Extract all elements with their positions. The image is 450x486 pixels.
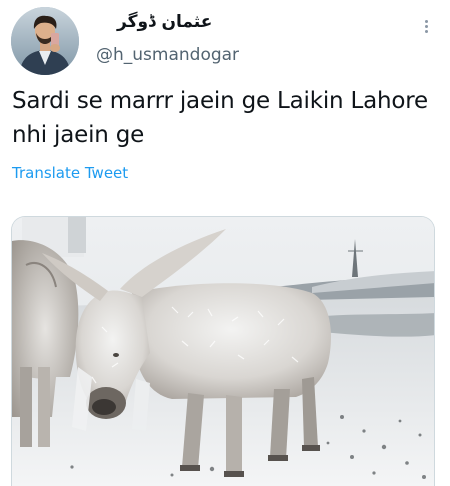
tweet-media-image[interactable] bbox=[11, 216, 435, 486]
avatar-photo bbox=[11, 7, 79, 75]
display-name[interactable]: عثمان ڈوگر bbox=[117, 12, 212, 32]
translate-tweet-link[interactable]: Translate Tweet bbox=[12, 164, 128, 182]
frozen-donkeys-photo bbox=[12, 217, 434, 486]
avatar[interactable] bbox=[11, 7, 79, 75]
more-options-button[interactable] bbox=[416, 14, 436, 38]
tweet-text: Sardi se marrr jaein ge Laikin Lahore nh… bbox=[12, 88, 428, 148]
user-handle[interactable]: @h_usmandogar bbox=[96, 45, 239, 65]
tweet-card: عثمان ڈوگر @h_usmandogar Sardi se marrr … bbox=[0, 0, 450, 486]
